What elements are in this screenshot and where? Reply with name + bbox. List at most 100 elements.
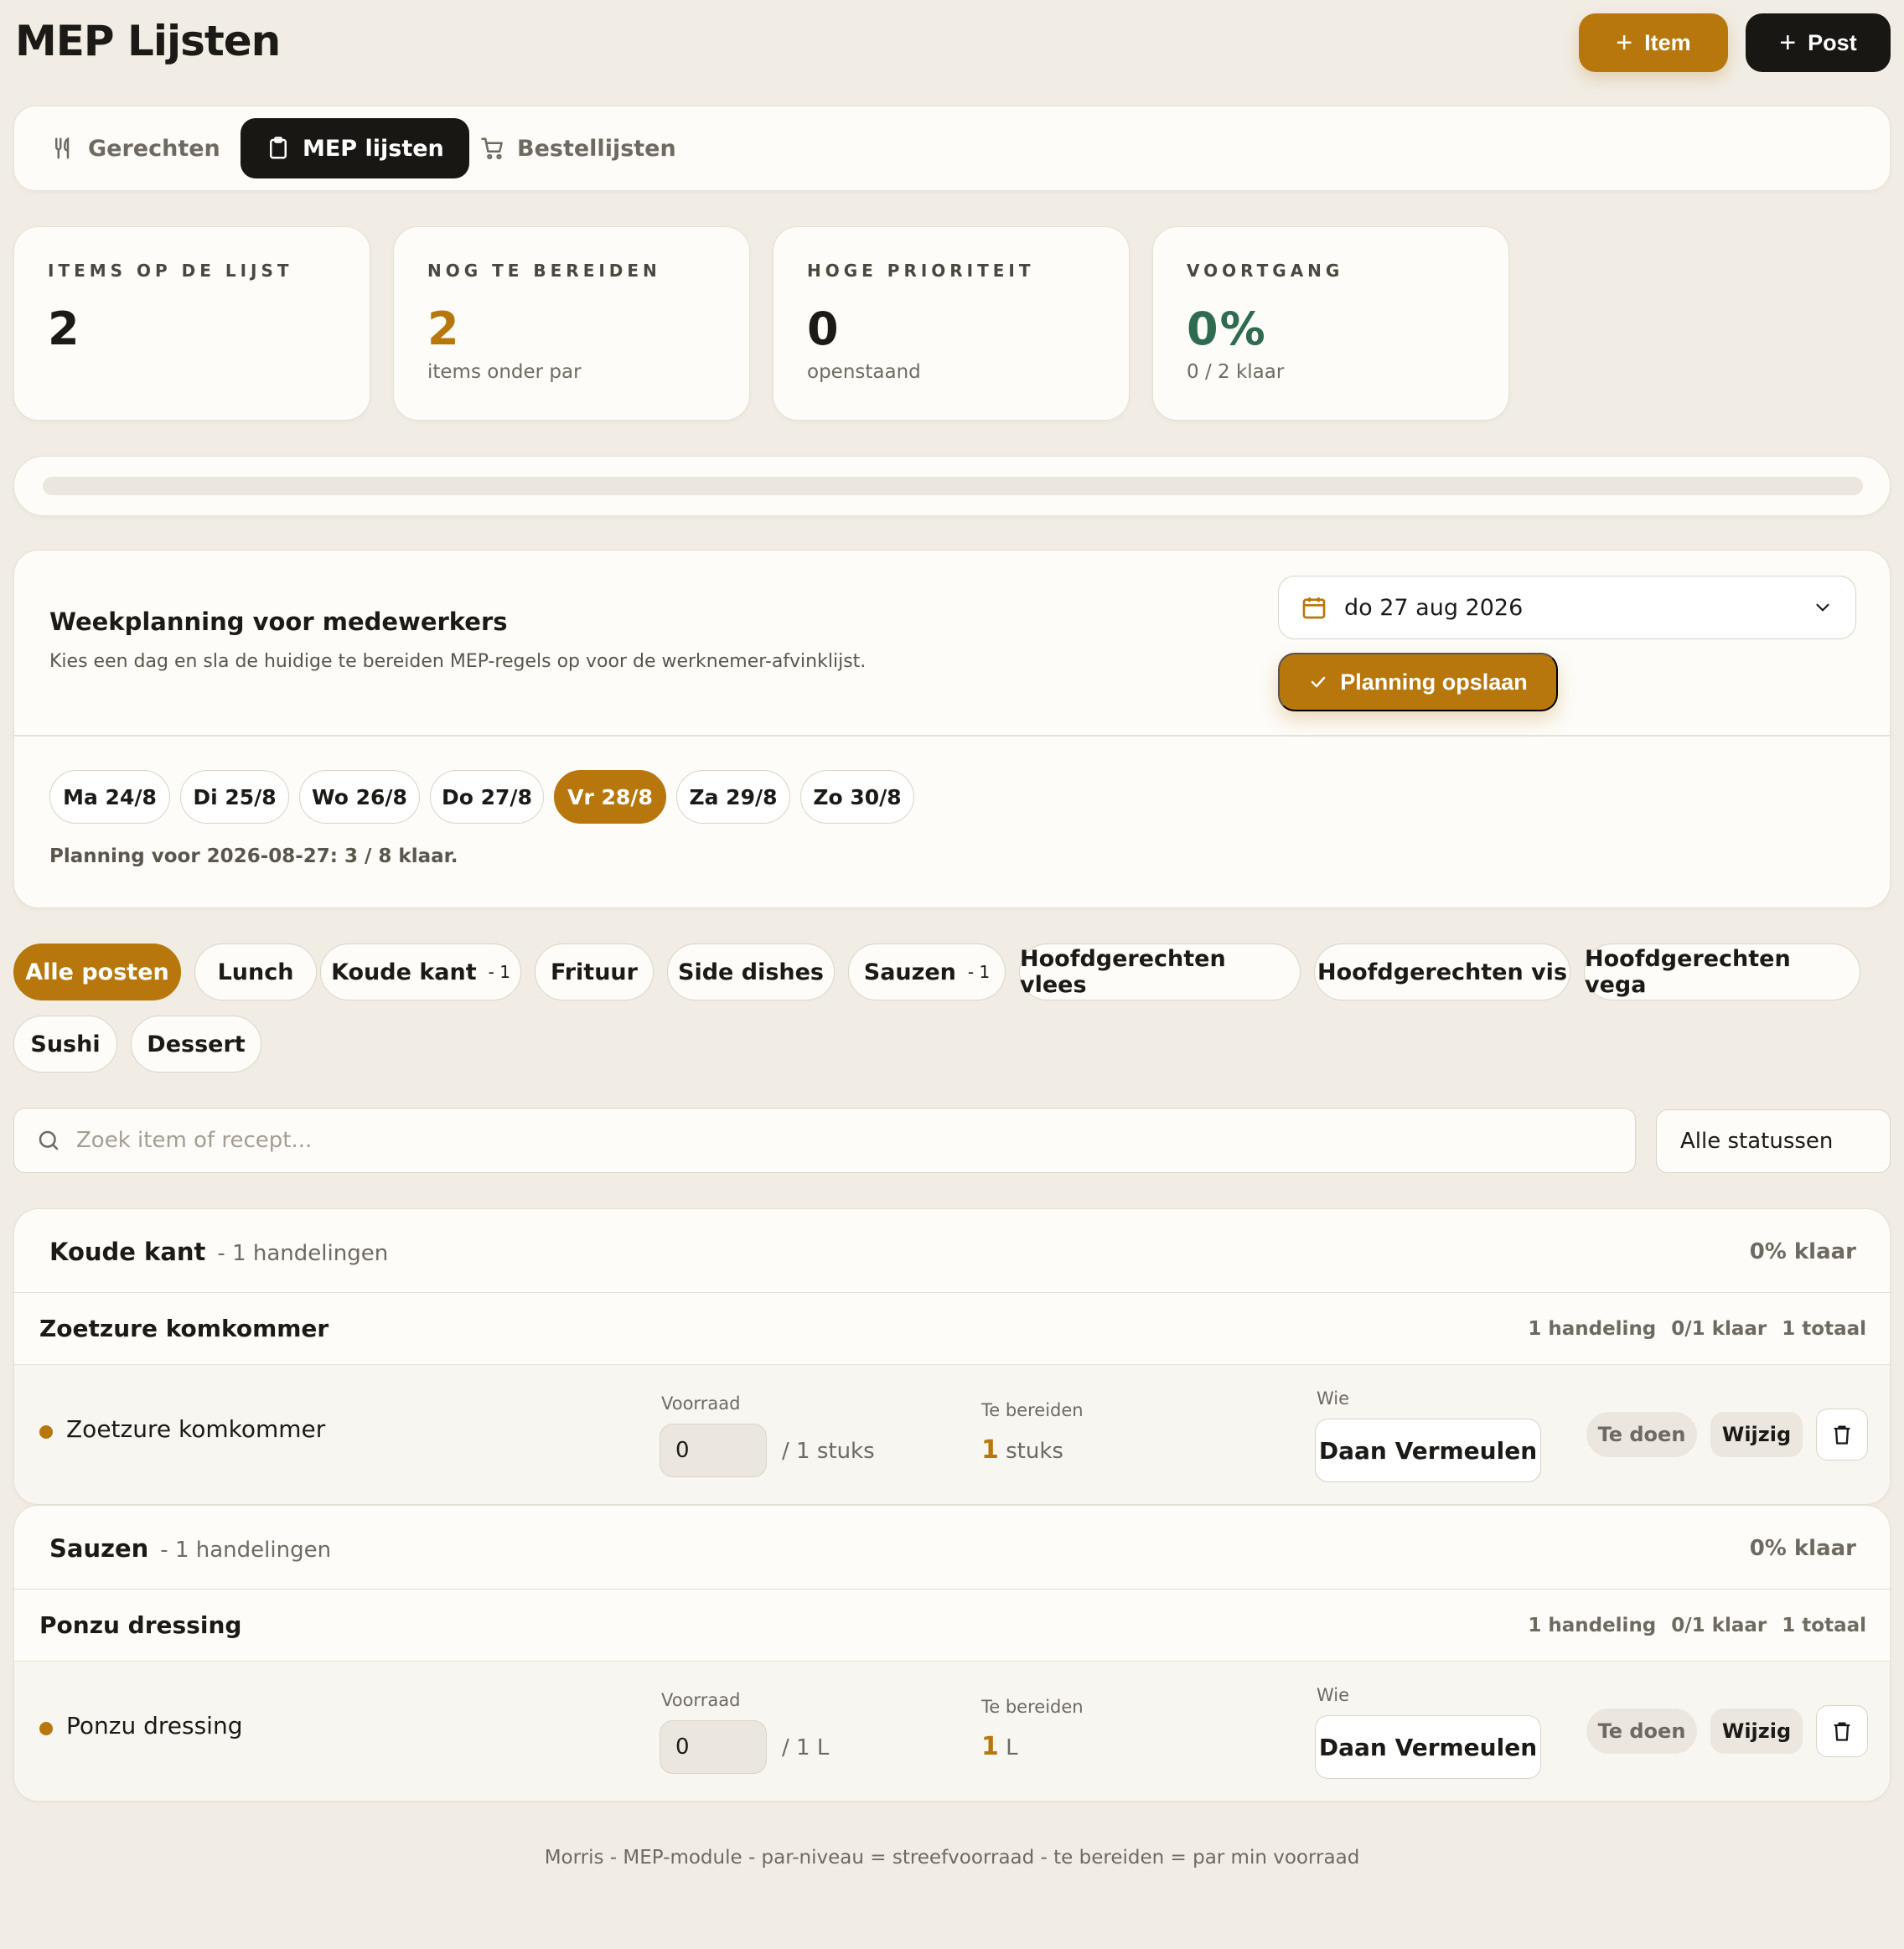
who-select[interactable]: Daan Vermeulen [1315,1419,1541,1482]
section-header: Sauzen - 1 handelingen 0% klaar [14,1506,1890,1590]
post-filter-hoofdgerechten-vlees[interactable]: Hoofdgerechten vlees [1019,943,1301,1000]
section-progress: 0% klaar [1749,1239,1856,1264]
stat-high-priority: HOGE PRIORITEIT 0 openstaand [773,226,1130,421]
post-label: Alle posten [25,959,169,985]
group-meta: 1 handeling 0/1 klaar 1 totaal [1528,1318,1866,1340]
tab-label: Bestellijsten [517,135,676,162]
trash-icon [1834,1722,1850,1741]
week-planning-title: Weekplanning voor medewerkers [49,607,508,636]
stat-progress: VOORTGANG 0% 0 / 2 klaar [1152,226,1509,421]
chevron-down-icon [1816,603,1829,612]
stock-input[interactable]: 0 [660,1424,767,1477]
search-icon [39,1130,59,1150]
plus-icon: + [1779,27,1797,59]
section-title: Sauzen - 1 handelingen [49,1534,332,1563]
prep-amount: 1 stuks [981,1435,1063,1465]
day-pill[interactable]: Wo 26/8 [299,770,420,824]
status-badge[interactable]: Te doen [1586,1412,1697,1457]
day-pill[interactable]: Do 27/8 [430,770,544,824]
week-planning-description: Kies een dag en sla de huidige te bereid… [49,651,867,672]
trash-icon [1834,1425,1850,1445]
section-subtitle: - 1 handelingen [217,1241,389,1266]
post-filter-hoofdgerechten-vega[interactable]: Hoofdgerechten vega [1584,943,1860,1000]
delete-button[interactable] [1816,1409,1868,1460]
priority-dot [39,1425,53,1439]
prep-label: Te bereiden [981,1697,1084,1717]
section-subtitle: - 1 handelingen [160,1538,332,1563]
day-pill[interactable]: Zo 30/8 [800,770,914,824]
post-filter-dessert[interactable]: Dessert [131,1016,261,1073]
post-filter-hoofdgerechten-vis[interactable]: Hoofdgerechten vis [1314,943,1570,1000]
delete-button[interactable] [1816,1705,1868,1757]
stat-sub: 0 / 2 klaar [1187,361,1285,383]
group-title: Zoetzure komkommer [39,1315,329,1342]
divider [14,735,1890,737]
par-level: / 1 L [782,1735,830,1760]
section-title: Koude kant - 1 handelingen [49,1238,389,1266]
group-actions: 1 handeling [1528,1615,1657,1636]
item-name: Zoetzure komkommer [66,1415,326,1443]
status-badge[interactable]: Te doen [1586,1709,1697,1754]
post-label: Hoofdgerechten vis [1317,959,1568,985]
stock-label: Voorraad [661,1690,741,1710]
par-level: / 1 stuks [782,1439,875,1464]
stat-label: NOG TE BEREIDEN [427,261,661,281]
plus-icon: + [1616,27,1633,59]
stat-value: 2 [427,302,461,355]
mep-item-row: Ponzu dressing Voorraad 0 / 1 L Te berei… [14,1662,1890,1801]
post-filter-koude-kant[interactable]: Koude kant - 1 [320,943,521,1000]
post-filter-side-dishes[interactable]: Side dishes [667,943,835,1000]
day-pill[interactable]: Di 25/8 [180,770,289,824]
post-count: - 1 [488,962,510,982]
post-filter-sauzen[interactable]: Sauzen - 1 [848,943,1006,1000]
status-filter-select[interactable]: Alle statussen [1656,1109,1891,1173]
stock-input[interactable]: 0 [660,1720,767,1774]
stat-value: 0 [807,302,841,355]
stat-items-on-list: ITEMS OP DE LIJST 2 [13,226,370,421]
stat-label: VOORTGANG [1187,261,1344,281]
group-done: 0/1 klaar [1671,1615,1767,1636]
group-header: Zoetzure komkommer 1 handeling 0/1 klaar… [14,1293,1890,1365]
day-pill[interactable]: Ma 24/8 [49,770,170,824]
stock-label: Voorraad [661,1393,741,1414]
stat-sub: items onder par [427,361,582,383]
week-planning-card: Weekplanning voor medewerkers Kies een d… [13,550,1891,908]
tab-gerechten[interactable]: Gerechten [26,118,246,178]
who-select[interactable]: Daan Vermeulen [1315,1715,1541,1779]
post-filter-frituur[interactable]: Frituur [535,943,654,1000]
post-label: Frituur [551,959,638,985]
cart-icon [481,137,503,160]
edit-button[interactable]: Wijzig [1710,1412,1803,1457]
stat-value: 2 [48,302,81,355]
post-label: Lunch [217,959,294,985]
post-label: Sushi [30,1031,101,1057]
post-label: Dessert [147,1031,246,1057]
planning-status: Planning voor 2026-08-27: 3 / 8 klaar. [49,845,458,867]
prep-amount: 1 L [981,1732,1018,1761]
tab-label: MEP lijsten [303,135,444,162]
add-item-button[interactable]: + Item [1579,13,1728,72]
group-header: Ponzu dressing 1 handeling 0/1 klaar 1 t… [14,1590,1890,1662]
tab-mep-lijsten[interactable]: MEP lijsten [241,118,469,178]
add-post-button[interactable]: + Post [1746,13,1891,72]
section-header: Koude kant - 1 handelingen 0% klaar [14,1209,1890,1293]
clipboard-icon [270,137,287,159]
post-filter-lunch[interactable]: Lunch [194,943,317,1000]
tab-bestellijsten[interactable]: Bestellijsten [455,118,701,178]
page-title: MEP Lijsten [15,17,281,65]
post-filter-alle-posten[interactable]: Alle posten [13,943,181,1000]
search-box [13,1108,1636,1173]
save-planning-button[interactable]: Planning opslaan [1278,653,1558,711]
section-progress: 0% klaar [1749,1536,1856,1561]
search-input[interactable] [76,1128,1613,1153]
edit-button[interactable]: Wijzig [1710,1709,1803,1754]
day-pill-active[interactable]: Vr 28/8 [554,770,666,824]
who-label: Wie [1317,1685,1350,1705]
tab-label: Gerechten [88,135,220,162]
progress-card [13,456,1891,516]
post-filter-sushi[interactable]: Sushi [13,1016,117,1073]
post-label: Hoofdgerechten vlees [1020,946,1226,998]
date-select[interactable]: do 27 aug 2026 [1278,576,1856,639]
day-pill[interactable]: Za 29/8 [676,770,790,824]
selected-date: do 27 aug 2026 [1344,594,1524,621]
